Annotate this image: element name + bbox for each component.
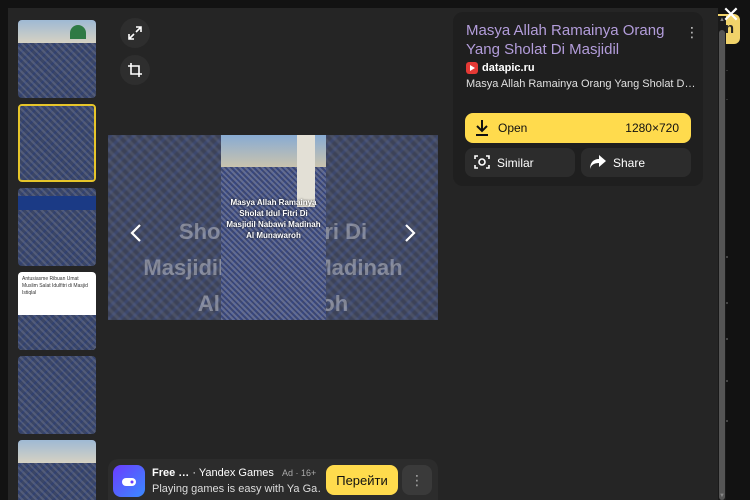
yandex-games-icon: [113, 465, 145, 497]
chevron-right-icon: [405, 224, 416, 242]
image-title-link[interactable]: Masya Allah Ramainya Orang Yang Sholat D…: [466, 21, 681, 59]
share-label: Share: [613, 156, 646, 170]
ad-meta: Ad · 16+: [282, 468, 317, 478]
thumbnail-dome: [70, 25, 86, 39]
similar-label: Similar: [497, 156, 534, 170]
scroll-down-icon[interactable]: ▼: [718, 492, 726, 500]
more-options-button[interactable]: ⋮: [685, 24, 699, 40]
share-arrow-icon: [590, 155, 606, 169]
crop-icon: [128, 63, 142, 77]
gamepad-icon: [122, 478, 136, 486]
image-stage: Sholat Idul Fitri Di Masjidil Nabawi Mad…: [108, 135, 438, 320]
source-favicon-icon: [466, 62, 478, 74]
image-info-panel: Masya Allah Ramainya Orang Yang Sholat D…: [453, 12, 703, 186]
thumbnail-strip: Antusiasme Ribuan Umat Muslim Salat Idul…: [18, 20, 98, 500]
ad-banner[interactable]: Free … · Yandex Games Ad · 16+ Playing g…: [108, 459, 438, 500]
scrollbar-thumb[interactable]: [719, 30, 725, 500]
image-resolution: 1280×720: [625, 121, 679, 135]
source-row[interactable]: datapic.ru: [466, 61, 535, 75]
thumbnail-2-selected[interactable]: [18, 104, 96, 182]
ad-cta-button[interactable]: Перейти: [326, 465, 398, 495]
thumbnail-image: [20, 106, 94, 180]
thumbnail-1[interactable]: [18, 20, 96, 98]
similar-button[interactable]: Similar: [465, 148, 575, 177]
main-image-caption: Masya Allah Ramainya Sholat Idul Fitri D…: [226, 198, 321, 240]
chevron-left-icon: [130, 224, 141, 242]
ad-title-text: Free …: [152, 467, 190, 479]
thumbnail-image: [18, 314, 96, 350]
thumbnail-banner: [18, 196, 96, 210]
image-viewer: Antusiasme Ribuan Umat Muslim Salat Idul…: [8, 8, 726, 500]
ad-advertiser: · Yandex Games: [192, 467, 274, 479]
camera-search-icon: [474, 155, 490, 169]
ad-title: Free … · Yandex Games: [152, 467, 274, 479]
expand-icon: [128, 26, 142, 40]
thumbnail-3[interactable]: [18, 188, 96, 266]
image-description: Masya Allah Ramainya Orang Yang Sholat D…: [466, 78, 696, 90]
close-icon[interactable]: ✕: [720, 4, 742, 26]
thumbnail-4[interactable]: Antusiasme Ribuan Umat Muslim Salat Idul…: [18, 272, 96, 350]
source-name: datapic.ru: [482, 62, 535, 74]
previous-image-button[interactable]: [126, 221, 146, 245]
thumbnail-5[interactable]: [18, 356, 96, 434]
share-button[interactable]: Share: [581, 148, 691, 177]
download-icon: [476, 120, 488, 136]
crop-button[interactable]: [120, 55, 150, 85]
ad-description: Playing games is easy with Ya Ga…: [152, 483, 320, 495]
open-button-label: Open: [498, 121, 528, 135]
thumbnail-image: [18, 356, 96, 434]
open-button[interactable]: Open 1280×720: [465, 113, 691, 143]
next-image-button[interactable]: [400, 221, 420, 245]
main-image[interactable]: Masya Allah Ramainya Sholat Idul Fitri D…: [221, 135, 326, 320]
ad-more-button[interactable]: ⋮: [402, 465, 432, 495]
fullscreen-button[interactable]: [120, 18, 150, 48]
thumbnail-6[interactable]: [18, 440, 96, 500]
thumbnail-sky: [18, 440, 96, 464]
thumbnail-doc-text: Antusiasme Ribuan Umat Muslim Salat Idul…: [22, 276, 88, 296]
